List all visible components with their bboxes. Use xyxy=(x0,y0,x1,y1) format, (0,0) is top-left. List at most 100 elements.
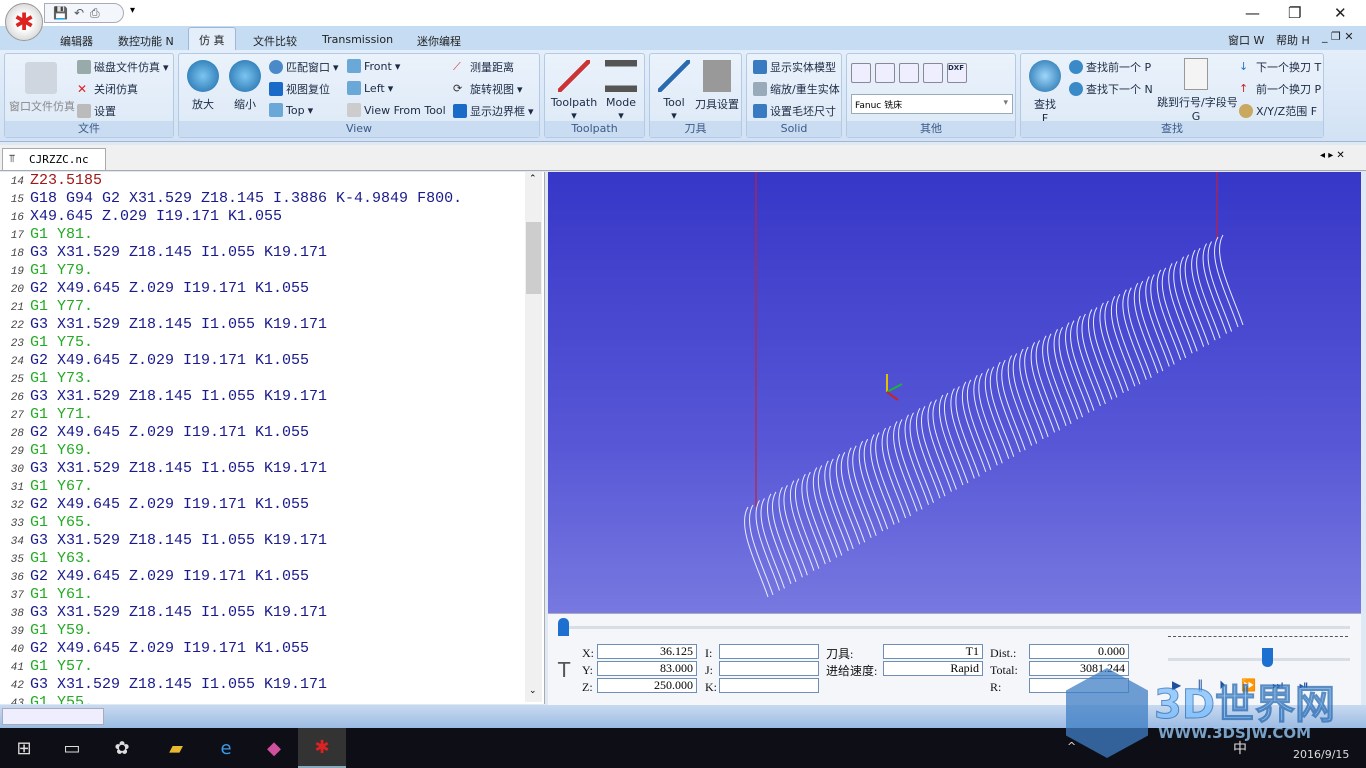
close-button[interactable]: ✕ xyxy=(1334,4,1347,22)
code-line[interactable]: 22 G3 X31.529 Z18.145 I1.055 K19.171 xyxy=(0,316,327,334)
code-line[interactable]: 40 G2 X49.645 Z.029 I19.171 K1.055 xyxy=(0,640,309,658)
menu-window[interactable]: 窗口 W xyxy=(1228,32,1264,48)
code-line[interactable]: 37 G1 Y61. xyxy=(0,586,93,604)
code-line[interactable]: 24 G2 X49.645 Z.029 I19.171 K1.055 xyxy=(0,352,309,370)
code-line[interactable]: 35 G1 Y63. xyxy=(0,550,93,568)
scroll-up-icon[interactable]: ⌃ xyxy=(529,174,537,184)
restore-button[interactable]: ❐ xyxy=(1288,4,1301,22)
code-line[interactable]: 20 G2 X49.645 Z.029 I19.171 K1.055 xyxy=(0,280,309,298)
dxf-icon[interactable]: DXF xyxy=(947,63,967,83)
start-button[interactable]: ⊞ xyxy=(0,728,48,768)
code-line[interactable]: 25 G1 Y73. xyxy=(0,370,93,388)
zoom-in-button[interactable]: 放大 xyxy=(185,60,221,112)
toolpath-button[interactable]: Toolpath ▾ xyxy=(549,60,599,122)
document-tab[interactable]: ⫪ CJRZZC.nc xyxy=(2,148,106,170)
task-view-button[interactable]: ▭ xyxy=(48,728,96,768)
scrollbar-thumb[interactable] xyxy=(526,222,541,294)
code-line[interactable]: 21 G1 Y77. xyxy=(0,298,93,316)
find-button[interactable]: 查找 F xyxy=(1027,60,1063,125)
code-line[interactable]: 14 Z23.5185 xyxy=(0,172,102,190)
code-line[interactable]: 16 X49.645 Z.029 I19.171 K1.055 xyxy=(0,208,282,226)
tab-nav-controls[interactable]: ◂ ▸ ✕ xyxy=(1320,150,1345,161)
stl-icon[interactable] xyxy=(923,63,943,83)
code-line[interactable]: 23 G1 Y75. xyxy=(0,334,93,352)
measure-distance-button[interactable]: ⟋ 测量距离 xyxy=(453,59,514,75)
code-line[interactable]: 43 G1 Y55. xyxy=(0,694,93,704)
stock-size-button[interactable]: 设置毛坯尺寸 xyxy=(753,103,836,119)
code-line[interactable]: 29 G1 Y69. xyxy=(0,442,93,460)
machine-icon[interactable] xyxy=(875,63,895,83)
code-line[interactable]: 32 G2 X49.645 Z.029 I19.171 K1.055 xyxy=(0,496,309,514)
settings-button[interactable]: 设置 xyxy=(77,103,116,119)
code-line[interactable]: 18 G3 X31.529 Z18.145 I1.055 K19.171 xyxy=(0,244,327,262)
taskbar-app-flower[interactable]: ✿ xyxy=(98,728,146,768)
undo-icon[interactable]: ↶ xyxy=(74,6,84,20)
taskbar-ie[interactable]: e xyxy=(202,728,250,768)
code-line[interactable]: 17 G1 Y81. xyxy=(0,226,93,244)
tab-mini-programming[interactable]: 迷你编程 xyxy=(417,33,461,49)
code-line[interactable]: 38 G3 X31.529 Z18.145 I1.055 K19.171 xyxy=(0,604,327,622)
code-editor[interactable]: 14 Z23.5185 15 G18 G94 G2 X31.529 Z18.145 I… xyxy=(0,172,545,704)
next-tool-change-button[interactable]: ↓ 下一个换刀 T xyxy=(1239,59,1321,75)
progress-slider-thumb[interactable] xyxy=(558,618,569,636)
find-next-button[interactable]: 查找下一个 N xyxy=(1069,81,1153,97)
code-line[interactable]: 27 G1 Y71. xyxy=(0,406,93,424)
taskbar-file-explorer[interactable]: ▰ xyxy=(152,728,200,768)
prev-tool-change-button[interactable]: ↑ 前一个换刀 P xyxy=(1239,81,1321,97)
print-icon[interactable]: ⎙ xyxy=(90,6,100,21)
label: Fanuc 铣床 xyxy=(855,101,903,111)
simulation-viewport[interactable] xyxy=(548,172,1361,613)
part-icon[interactable] xyxy=(899,63,919,83)
scroll-down-icon[interactable]: ⌄ xyxy=(529,686,537,696)
cube-logo-icon xyxy=(1066,668,1148,758)
regen-solid-button[interactable]: 缩放/重生实体 xyxy=(753,81,840,97)
mdi-controls[interactable]: _ ❐ ✕ xyxy=(1322,30,1354,43)
line-text: G1 Y65. xyxy=(30,514,94,531)
taskbar-app-colorful[interactable]: ◆ xyxy=(250,728,298,768)
goto-line-button[interactable]: 跳到行号/字段号 G xyxy=(1157,58,1238,123)
code-line[interactable]: 19 G1 Y79. xyxy=(0,262,93,280)
code-line[interactable]: 15 G18 G94 G2 X31.529 Z18.145 I.3886 K-4.… xyxy=(0,190,462,208)
bounding-box-button[interactable]: 显示边界框 ▾ xyxy=(453,103,534,119)
machine-select[interactable]: Fanuc 铣床 ▾ xyxy=(851,94,1013,114)
zoom-out-button[interactable]: 缩小 xyxy=(227,60,263,112)
top-view-button[interactable]: Top ▾ xyxy=(269,103,313,117)
tab-transmission[interactable]: Transmission xyxy=(322,33,393,46)
front-view-button[interactable]: Front ▾ xyxy=(347,59,400,73)
xyz-range-button[interactable]: X/Y/Z范围 F xyxy=(1239,103,1317,119)
tool-button[interactable]: Tool ▾ xyxy=(654,60,694,122)
show-solid-button[interactable]: 显示实体模型 xyxy=(753,59,836,75)
customize-qat-icon[interactable]: ▾ xyxy=(130,5,135,16)
code-line[interactable]: 31 G1 Y67. xyxy=(0,478,93,496)
code-line[interactable]: 33 G1 Y65. xyxy=(0,514,93,532)
reset-view-button[interactable]: 视图复位 xyxy=(269,81,330,97)
save-icon[interactable]: 💾 xyxy=(53,6,68,20)
tab-editor[interactable]: 编辑器 xyxy=(60,33,93,49)
code-line[interactable]: 41 G1 Y57. xyxy=(0,658,93,676)
code-line[interactable]: 26 G3 X31.529 Z18.145 I1.055 K19.171 xyxy=(0,388,327,406)
axis-icon[interactable] xyxy=(851,63,871,83)
app-menu-button[interactable]: ✱ xyxy=(5,3,43,41)
view-from-tool-button[interactable]: View From Tool xyxy=(347,103,446,117)
minimize-button[interactable]: — xyxy=(1245,4,1260,22)
taskbar-cimco-active[interactable]: ✱ xyxy=(298,728,346,768)
find-prev-button[interactable]: 查找前一个 P xyxy=(1069,59,1151,75)
tool-setup-button[interactable]: 刀具设置 xyxy=(694,60,740,112)
code-line[interactable]: 42 G3 X31.529 Z18.145 I1.055 K19.171 xyxy=(0,676,327,694)
disk-file-sim-button[interactable]: 磁盘文件仿真 ▾ xyxy=(77,59,169,75)
mode-button[interactable]: Mode ▾ xyxy=(601,60,641,122)
code-line[interactable]: 28 G2 X49.645 Z.029 I19.171 K1.055 xyxy=(0,424,309,442)
menu-help[interactable]: 帮助 H xyxy=(1276,32,1310,48)
left-view-button[interactable]: Left ▾ xyxy=(347,81,393,95)
tab-cnc-functions[interactable]: 数控功能 N xyxy=(118,33,174,49)
close-sim-button[interactable]: ✕ 关闭仿真 xyxy=(77,81,138,97)
tab-file-compare[interactable]: 文件比较 xyxy=(253,33,297,49)
code-line[interactable]: 30 G3 X31.529 Z18.145 I1.055 K19.171 xyxy=(0,460,327,478)
window-file-sim-button[interactable]: 窗口文件仿真 xyxy=(9,62,75,114)
code-line[interactable]: 39 G1 Y59. xyxy=(0,622,93,640)
code-line[interactable]: 36 G2 X49.645 Z.029 I19.171 K1.055 xyxy=(0,568,309,586)
fit-window-button[interactable]: 匹配窗口 ▾ xyxy=(269,59,339,75)
tab-simulation[interactable]: 仿 真 xyxy=(188,27,236,51)
rotate-view-button[interactable]: ⟳ 旋转视图 ▾ xyxy=(453,81,523,97)
code-line[interactable]: 34 G3 X31.529 Z18.145 I1.055 K19.171 xyxy=(0,532,327,550)
